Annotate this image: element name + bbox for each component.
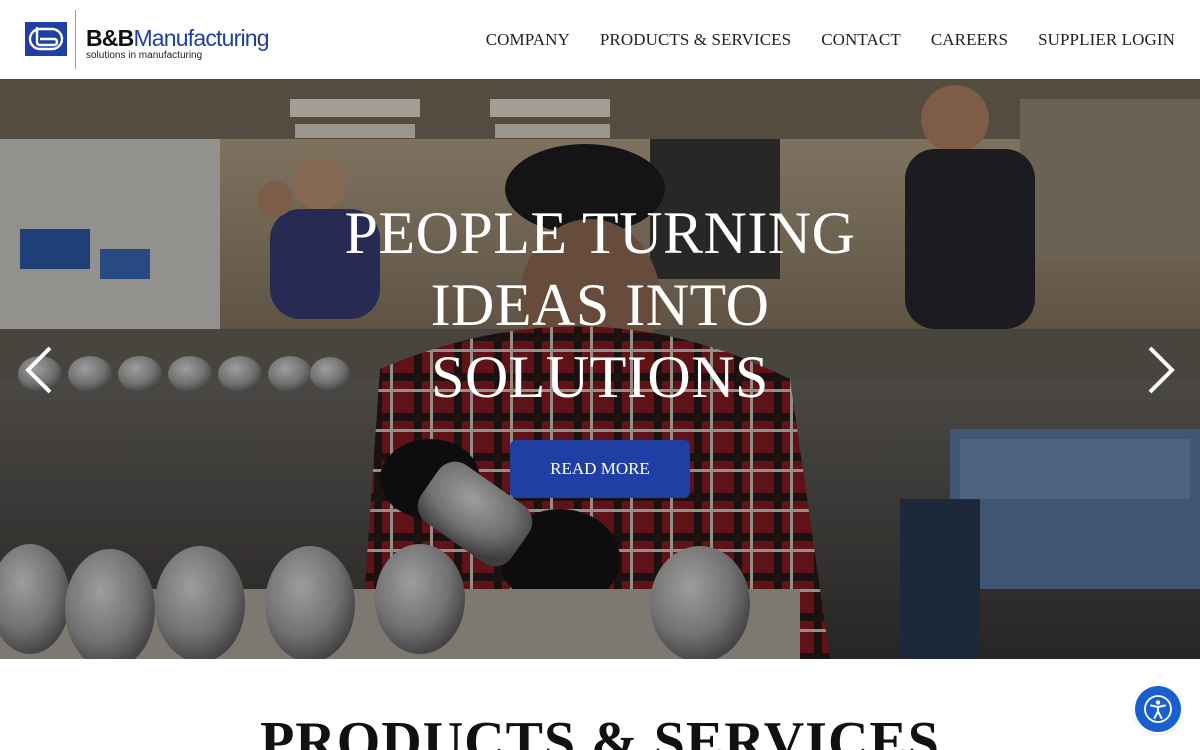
hero-slider: PEOPLE TURNING IDEAS INTO SOLUTIONS READ… (0, 79, 1200, 659)
logo-text: B&BManufacturing solutions in manufactur… (86, 25, 270, 61)
accessibility-icon (1144, 695, 1172, 723)
company-logo[interactable]: B&BManufacturing solutions in manufactur… (25, 10, 270, 70)
section-title-products-services: PRODUCTS & SERVICES (260, 711, 940, 750)
nav-item-supplier-login[interactable]: SUPPLIER LOGIN (1038, 30, 1175, 50)
slider-prev-button[interactable] (20, 344, 60, 396)
nav-item-company[interactable]: COMPANY (486, 30, 570, 50)
chevron-left-icon (25, 346, 52, 394)
hero-headline-line-3: SOLUTIONS (431, 344, 769, 410)
brand-tagline: solutions in manufacturing (86, 50, 203, 61)
read-more-button[interactable]: READ MORE (510, 440, 690, 498)
nav-item-careers[interactable]: CAREERS (931, 30, 1008, 50)
hero-headline-line-2: IDEAS INTO (430, 272, 770, 338)
chevron-right-icon (1148, 346, 1175, 394)
hero-headline: PEOPLE TURNING IDEAS INTO SOLUTIONS (300, 197, 900, 413)
logo-mark-icon (25, 22, 67, 56)
accessibility-button[interactable] (1135, 686, 1181, 732)
brand-name-regular: Manufacturing (133, 25, 269, 51)
nav-item-contact[interactable]: CONTACT (821, 30, 901, 50)
logo-divider (75, 10, 76, 69)
brand-name: B&BManufacturing (86, 25, 270, 51)
brand-name-bold: B&B (86, 25, 134, 51)
main-nav: COMPANY PRODUCTS & SERVICES CONTACT CARE… (486, 30, 1175, 50)
hero-headline-line-1: PEOPLE TURNING (344, 200, 856, 266)
slider-next-button[interactable] (1140, 344, 1180, 396)
site-header: B&BManufacturing solutions in manufactur… (0, 0, 1200, 79)
nav-item-products-services[interactable]: PRODUCTS & SERVICES (600, 30, 791, 50)
